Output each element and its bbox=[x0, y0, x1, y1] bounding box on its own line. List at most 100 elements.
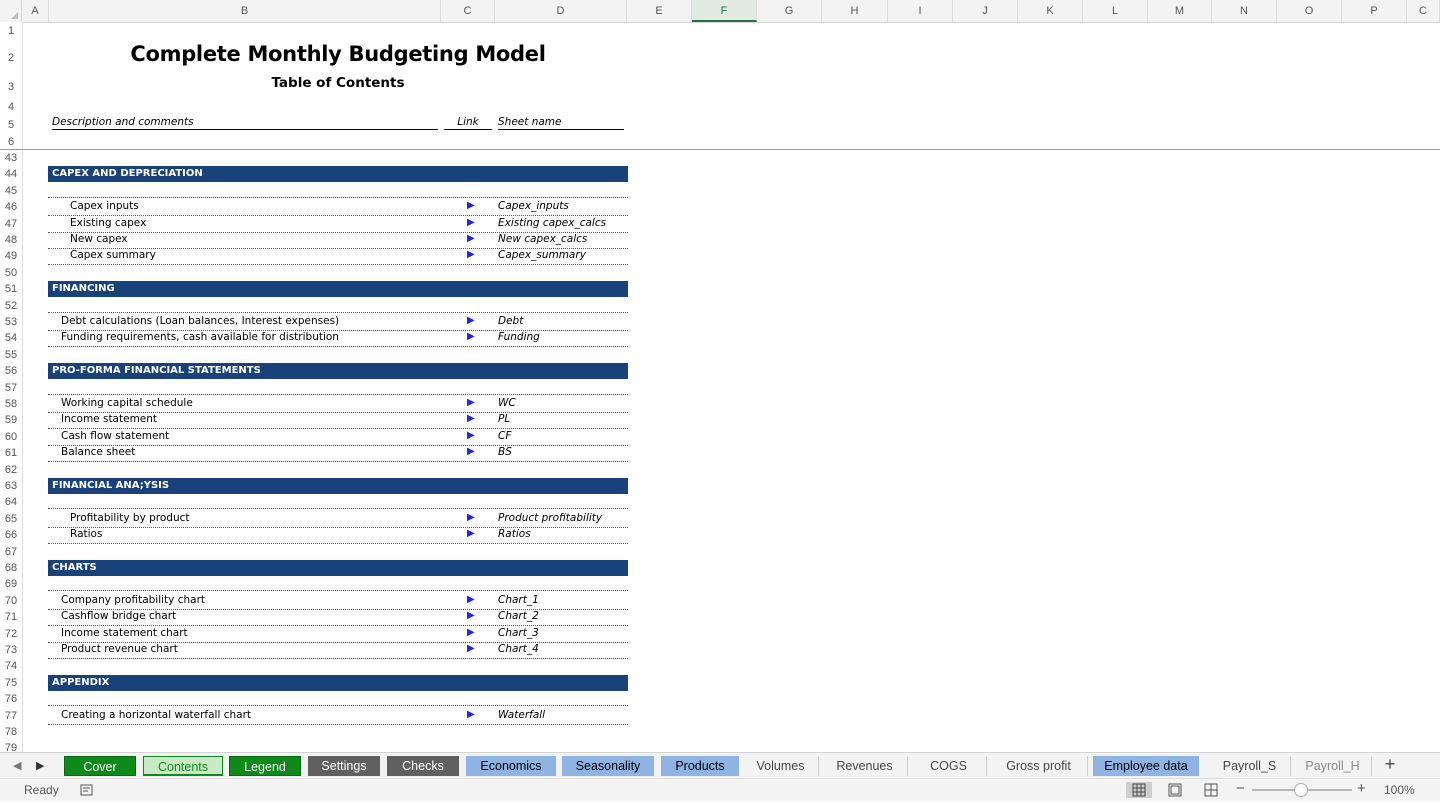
toc-item-sheet-link[interactable]: Chart_3 bbox=[498, 627, 539, 639]
zoom-level[interactable]: 100% bbox=[1384, 783, 1415, 797]
toc-item-sheet-link[interactable]: CF bbox=[498, 430, 511, 442]
zoom-out-icon[interactable]: − bbox=[1236, 780, 1245, 797]
tab-checks[interactable]: Checks bbox=[387, 756, 459, 776]
toc-item-sheet-link[interactable]: PL bbox=[498, 413, 510, 425]
row-header-72[interactable]: 72 bbox=[0, 628, 22, 640]
row-header-48[interactable]: 48 bbox=[0, 234, 22, 246]
column-header-m[interactable]: M bbox=[1148, 0, 1212, 22]
tab-products[interactable]: Products bbox=[661, 756, 739, 776]
add-sheet-button[interactable]: + bbox=[1380, 754, 1400, 774]
row-header-61[interactable]: 61 bbox=[0, 447, 22, 459]
row-header-63[interactable]: 63 bbox=[0, 480, 22, 492]
column-header-e[interactable]: E bbox=[627, 0, 692, 22]
tab-economics[interactable]: Economics bbox=[466, 756, 556, 776]
play-triangle-icon[interactable]: ▶ bbox=[467, 397, 475, 408]
row-header-65[interactable]: 65 bbox=[0, 513, 22, 525]
row-header-77[interactable]: 77 bbox=[0, 710, 22, 722]
toc-item-sheet-link[interactable]: Debt bbox=[498, 315, 523, 327]
toc-item-sheet-link[interactable]: Capex_inputs bbox=[498, 200, 569, 212]
column-header-c[interactable]: C bbox=[441, 0, 495, 22]
toc-item-sheet-link[interactable]: New capex_calcs bbox=[498, 233, 587, 245]
toc-item-sheet-link[interactable]: Chart_2 bbox=[498, 610, 539, 622]
row-header-67[interactable]: 67 bbox=[0, 546, 22, 558]
tab-gross-profit[interactable]: Gross profit bbox=[990, 756, 1088, 776]
column-header-h[interactable]: H bbox=[822, 0, 888, 22]
row-header-66[interactable]: 66 bbox=[0, 529, 22, 541]
play-triangle-icon[interactable]: ▶ bbox=[467, 709, 475, 720]
row-header-70[interactable]: 70 bbox=[0, 595, 22, 607]
column-header-o[interactable]: O bbox=[1277, 0, 1342, 22]
row-header-50[interactable]: 50 bbox=[0, 267, 22, 279]
column-header-d[interactable]: D bbox=[495, 0, 627, 22]
row-header-78[interactable]: 78 bbox=[0, 726, 22, 738]
scroll-tabs-right-icon[interactable]: ▶ bbox=[36, 759, 44, 772]
row-header-68[interactable]: 68 bbox=[0, 562, 22, 574]
row-header-69[interactable]: 69 bbox=[0, 578, 22, 590]
play-triangle-icon[interactable]: ▶ bbox=[467, 200, 475, 211]
play-triangle-icon[interactable]: ▶ bbox=[467, 413, 475, 424]
row-header-5[interactable]: 5 bbox=[0, 119, 22, 131]
toc-item-sheet-link[interactable]: Chart_1 bbox=[498, 594, 539, 606]
select-all-corner[interactable] bbox=[0, 0, 22, 22]
tab-cover[interactable]: Cover bbox=[64, 756, 136, 776]
row-header-59[interactable]: 59 bbox=[0, 414, 22, 426]
zoom-in-icon[interactable]: + bbox=[1357, 780, 1366, 797]
zoom-slider-handle[interactable] bbox=[1294, 783, 1308, 797]
play-triangle-icon[interactable]: ▶ bbox=[467, 643, 475, 654]
column-header-k[interactable]: K bbox=[1018, 0, 1083, 22]
row-header-43[interactable]: 43 bbox=[0, 152, 22, 164]
row-header-76[interactable]: 76 bbox=[0, 693, 22, 705]
column-header-c[interactable]: C bbox=[1407, 0, 1440, 22]
row-header-47[interactable]: 47 bbox=[0, 218, 22, 230]
play-triangle-icon[interactable]: ▶ bbox=[467, 627, 475, 638]
play-triangle-icon[interactable]: ▶ bbox=[467, 610, 475, 621]
row-header-1[interactable]: 1 bbox=[0, 25, 22, 37]
row-header-3[interactable]: 3 bbox=[0, 81, 22, 93]
column-header-a[interactable]: A bbox=[22, 0, 49, 22]
play-triangle-icon[interactable]: ▶ bbox=[467, 512, 475, 523]
toc-item-sheet-link[interactable]: Waterfall bbox=[498, 709, 545, 721]
toc-item-sheet-link[interactable]: Existing capex_calcs bbox=[498, 217, 606, 229]
play-triangle-icon[interactable]: ▶ bbox=[467, 249, 475, 260]
toc-item-sheet-link[interactable]: Capex_summary bbox=[498, 249, 586, 261]
toc-item-sheet-link[interactable]: WC bbox=[498, 397, 516, 409]
play-triangle-icon[interactable]: ▶ bbox=[467, 430, 475, 441]
toc-item-sheet-link[interactable]: BS bbox=[498, 446, 512, 458]
row-header-62[interactable]: 62 bbox=[0, 464, 22, 476]
row-header-4[interactable]: 4 bbox=[0, 101, 22, 113]
tab-revenues[interactable]: Revenues bbox=[822, 756, 908, 776]
row-header-2[interactable]: 2 bbox=[0, 52, 22, 64]
page-layout-view-icon[interactable] bbox=[1162, 782, 1188, 798]
toc-item-sheet-link[interactable]: Ratios bbox=[498, 528, 531, 540]
column-header-i[interactable]: I bbox=[888, 0, 953, 22]
scroll-tabs-left-icon[interactable]: ◀ bbox=[13, 759, 21, 772]
toc-item-sheet-link[interactable]: Funding bbox=[498, 331, 540, 343]
column-header-b[interactable]: B bbox=[49, 0, 441, 22]
column-header-l[interactable]: L bbox=[1083, 0, 1148, 22]
play-triangle-icon[interactable]: ▶ bbox=[467, 331, 475, 342]
row-header-44[interactable]: 44 bbox=[0, 168, 22, 180]
play-triangle-icon[interactable]: ▶ bbox=[467, 528, 475, 539]
row-header-55[interactable]: 55 bbox=[0, 349, 22, 361]
row-header-49[interactable]: 49 bbox=[0, 250, 22, 262]
row-header-51[interactable]: 51 bbox=[0, 283, 22, 295]
column-header-p[interactable]: P bbox=[1342, 0, 1407, 22]
row-header-6[interactable]: 6 bbox=[0, 136, 22, 148]
play-triangle-icon[interactable]: ▶ bbox=[467, 233, 475, 244]
play-triangle-icon[interactable]: ▶ bbox=[467, 315, 475, 326]
row-header-53[interactable]: 53 bbox=[0, 316, 22, 328]
toc-item-sheet-link[interactable]: Chart_4 bbox=[498, 643, 539, 655]
row-header-54[interactable]: 54 bbox=[0, 332, 22, 344]
row-header-60[interactable]: 60 bbox=[0, 431, 22, 443]
column-header-n[interactable]: N bbox=[1212, 0, 1277, 22]
column-header-f[interactable]: F bbox=[692, 0, 757, 22]
row-header-74[interactable]: 74 bbox=[0, 660, 22, 672]
tab-settings[interactable]: Settings bbox=[308, 756, 380, 776]
row-header-46[interactable]: 46 bbox=[0, 201, 22, 213]
tab-seasonality[interactable]: Seasonality bbox=[562, 756, 654, 776]
page-break-view-icon[interactable] bbox=[1198, 782, 1224, 798]
row-header-64[interactable]: 64 bbox=[0, 496, 22, 508]
tab-employee-data[interactable]: Employee data bbox=[1093, 756, 1199, 776]
column-header-g[interactable]: G bbox=[757, 0, 822, 22]
toc-item-sheet-link[interactable]: Product profitability bbox=[498, 512, 602, 524]
